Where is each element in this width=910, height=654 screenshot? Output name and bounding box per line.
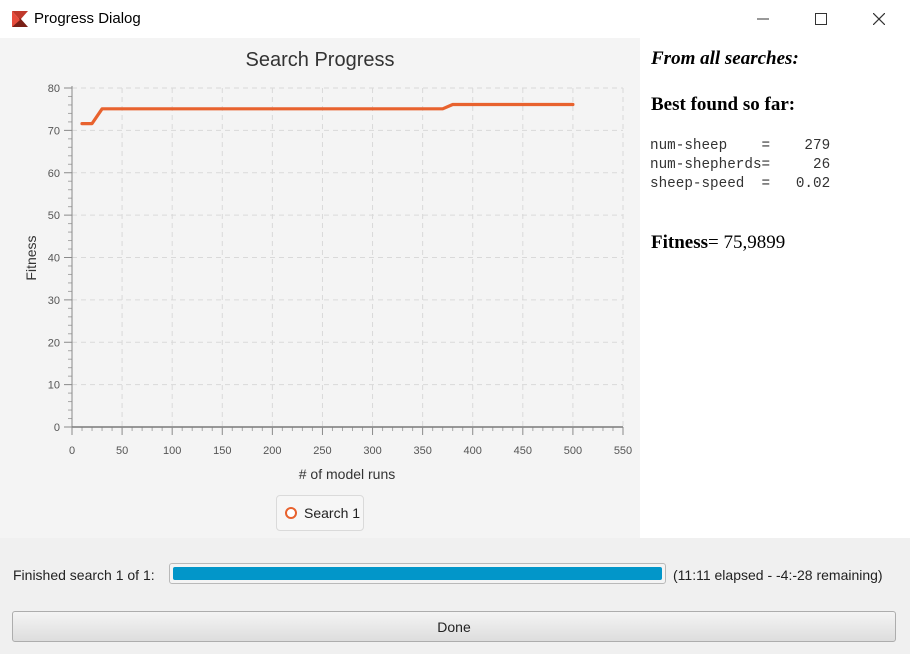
x-tick-label: 50 bbox=[116, 445, 128, 457]
y-tick-label: 60 bbox=[48, 168, 60, 180]
x-tick-label: 100 bbox=[163, 445, 181, 457]
legend-label: Search 1 bbox=[304, 505, 361, 521]
y-tick-label: 20 bbox=[48, 337, 60, 349]
chart-panel: 0 10 20 30 40 50 60 70 80 0 50 100 150 200 250 300 350 40… bbox=[0, 38, 640, 538]
results-header: From all searches: bbox=[651, 48, 799, 69]
parameter-list: num-sheep = 279 num-shepherds= 26 sheep-… bbox=[650, 137, 830, 194]
minimize-icon bbox=[757, 18, 769, 20]
window-title: Progress Dialog bbox=[34, 10, 141, 27]
y-tick-label: 70 bbox=[48, 125, 60, 137]
param-row: sheep-speed = 0.02 bbox=[650, 176, 831, 192]
y-tick-label: 80 bbox=[48, 83, 60, 95]
x-tick-label: 300 bbox=[363, 445, 381, 457]
close-button[interactable] bbox=[850, 0, 908, 38]
minimize-button[interactable] bbox=[734, 0, 792, 38]
fitness-value: = 75,9899 bbox=[708, 232, 786, 253]
fitness-result: Fitness= 75,9899 bbox=[651, 232, 785, 254]
chart-legend: Search 1 bbox=[276, 495, 364, 531]
y-tick-label: 30 bbox=[48, 295, 60, 307]
maximize-icon bbox=[815, 13, 827, 25]
progress-fill bbox=[173, 567, 662, 580]
x-axis-label: # of model runs bbox=[299, 466, 396, 482]
series-line bbox=[80, 102, 575, 126]
param-row: num-sheep = 279 bbox=[650, 138, 831, 154]
legend-marker-icon bbox=[285, 507, 297, 519]
x-tick-label: 450 bbox=[514, 445, 532, 457]
y-tick-label: 10 bbox=[48, 380, 60, 392]
x-tick-label: 0 bbox=[69, 445, 75, 457]
x-tick-label: 400 bbox=[464, 445, 482, 457]
fitness-chart: 0 10 20 30 40 50 60 70 80 0 50 100 150 200 250 300 350 40… bbox=[23, 49, 632, 482]
done-button[interactable]: Done bbox=[12, 611, 896, 642]
x-tick-label: 550 bbox=[614, 445, 632, 457]
x-tick-label: 200 bbox=[263, 445, 281, 457]
x-tick-label: 250 bbox=[313, 445, 331, 457]
best-found-label: Best found so far: bbox=[651, 94, 796, 115]
title-bar: Progress Dialog bbox=[0, 0, 910, 38]
y-tick-label: 50 bbox=[48, 210, 60, 222]
fitness-label: Fitness bbox=[651, 232, 708, 253]
x-tick-label: 350 bbox=[413, 445, 431, 457]
close-icon bbox=[873, 13, 885, 25]
time-remaining-text: (11:11 elapsed - -4:-28 remaining) bbox=[673, 567, 883, 583]
y-tick-label: 40 bbox=[48, 253, 60, 265]
x-tick-label: 150 bbox=[213, 445, 231, 457]
progress-bar bbox=[169, 563, 666, 584]
results-panel: From all searches: Best found so far: nu… bbox=[640, 38, 910, 538]
app-icon bbox=[12, 11, 28, 27]
search-status-label: Finished search 1 of 1: bbox=[13, 567, 155, 583]
param-row: num-shepherds= 26 bbox=[650, 157, 831, 173]
x-tick-label: 500 bbox=[564, 445, 582, 457]
y-axis-label: Fitness bbox=[23, 235, 39, 280]
chart-title: Search Progress bbox=[246, 49, 395, 71]
maximize-button[interactable] bbox=[792, 0, 850, 38]
y-tick-label: 0 bbox=[54, 422, 60, 434]
